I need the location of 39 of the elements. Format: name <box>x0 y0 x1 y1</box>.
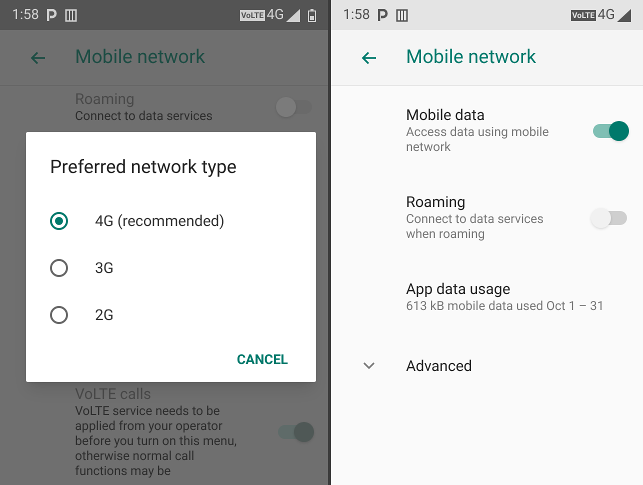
setting-summary: 613 kB mobile data used Oct 1 – 31 <box>406 299 606 314</box>
signal-icon <box>617 8 631 22</box>
radio-button[interactable] <box>50 259 68 278</box>
setting-summary: Access data using mobile network <box>406 125 550 155</box>
back-arrow-icon[interactable] <box>360 50 376 64</box>
chevron-icon <box>362 362 374 370</box>
dialog-title: Preferred network type <box>49 155 238 180</box>
setting-title: Mobile data <box>406 106 486 125</box>
toggle-switch[interactable] <box>593 210 627 224</box>
radio-button[interactable] <box>50 212 68 230</box>
setting-title: Roaming <box>406 193 466 212</box>
setting-summary: Connect to data services <box>75 109 214 124</box>
setting-summary: Connect to data services when roaming <box>406 212 545 242</box>
network-type: 4G <box>598 6 615 24</box>
cancel-button[interactable]: CANCEL <box>232 346 292 374</box>
radio-option[interactable]: 3G <box>26 244 316 292</box>
parking-icon <box>47 8 57 22</box>
toggle-switch[interactable] <box>278 100 312 114</box>
status-time: 1:58 <box>12 6 39 24</box>
setting-summary: VoLTE service needs to be applied from your operator before you turn on this menu, otherwise normal call functions may be <box>75 404 238 479</box>
parking-icon <box>378 8 388 22</box>
volte-badge: VoLTE <box>240 10 265 20</box>
sim-card-icon <box>396 8 408 22</box>
radio-option[interactable]: 2G <box>26 292 316 339</box>
battery-icon <box>308 8 316 22</box>
status-time: 1:58 <box>343 6 370 24</box>
radio-option[interactable]: 4G (recommended) <box>26 198 316 245</box>
screen-title: Mobile network <box>75 44 206 70</box>
volte-badge: VoLTE <box>571 10 596 20</box>
screen-title: Mobile network <box>406 44 536 70</box>
signal-icon <box>286 8 300 22</box>
setting-title: Advanced <box>406 356 472 377</box>
sim-card-icon <box>65 8 77 22</box>
network-type: 4G <box>266 6 284 24</box>
toggle-switch[interactable] <box>278 425 312 439</box>
setting-title: App data usage <box>406 280 512 299</box>
expand-row[interactable]: Advanced <box>331 340 643 392</box>
radio-button[interactable] <box>50 306 68 324</box>
toggle-switch[interactable] <box>593 124 627 138</box>
